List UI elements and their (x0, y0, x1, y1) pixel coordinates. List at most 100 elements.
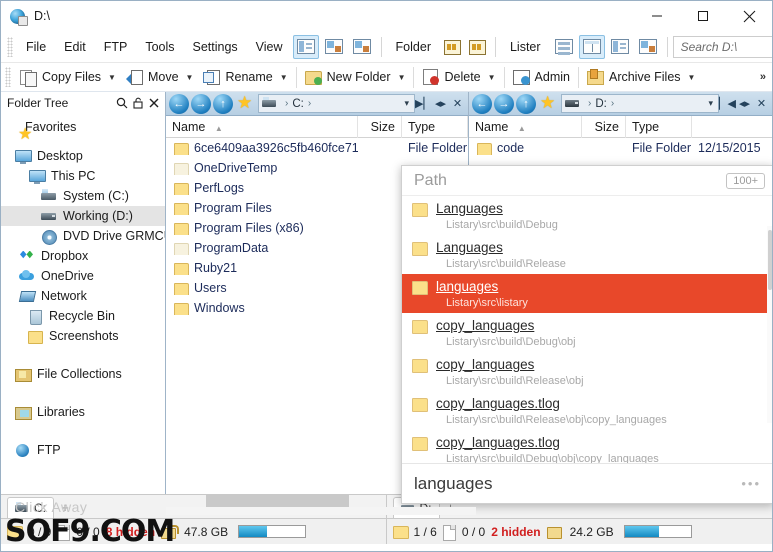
move-button[interactable]: Move ▼ (121, 67, 199, 87)
list-item[interactable]: copy_languages.tlog Listary\src\build\De… (402, 430, 772, 463)
list-item[interactable]: copy_languages Listary\src\build\Release… (402, 352, 772, 391)
menu-gripper[interactable] (7, 36, 13, 57)
menu-lister[interactable]: Lister (501, 36, 550, 58)
close-button[interactable] (726, 1, 772, 31)
archive-caret-icon[interactable]: ▼ (688, 73, 696, 82)
left-up-button[interactable]: ↑ (213, 93, 233, 114)
list-item[interactable]: copy_languages Listary\src\build\Debug\o… (402, 313, 772, 352)
listary-query-box[interactable]: languages ••• (402, 463, 772, 503)
right-breadcrumb[interactable]: › D: › ▾ (561, 94, 719, 113)
thumbnail-view-icon[interactable] (349, 35, 375, 59)
tree-item-network[interactable]: Network (1, 286, 165, 306)
right-back-button[interactable]: ← (472, 93, 492, 114)
minimize-button[interactable] (634, 1, 680, 31)
right-col-name[interactable]: Name ▲ (469, 115, 582, 138)
list-view-icon[interactable] (292, 34, 319, 59)
chevron-down-icon[interactable]: ▾ (708, 98, 715, 109)
tree-unlock-icon[interactable] (130, 95, 146, 111)
toolbar-overflow-icon[interactable]: » (760, 71, 766, 83)
menu-settings[interactable]: Settings (184, 36, 247, 58)
admin-button[interactable]: Admin (508, 67, 575, 87)
unlock-icon[interactable] (161, 524, 180, 539)
tree-item-working-d[interactable]: Working (D:) (1, 206, 165, 226)
tree-item-this-pc[interactable]: This PC (1, 166, 165, 186)
tree-search-icon[interactable] (114, 95, 130, 111)
tree-item-dvd-drive[interactable]: DVD Drive GRMCULFRER_EN_DVD (1, 226, 165, 246)
left-back-button[interactable]: ← (169, 93, 189, 114)
lister-detail-icon[interactable] (607, 35, 633, 59)
right-pane-swap-icon[interactable]: ◂▸ (736, 94, 753, 114)
tree-item-onedrive[interactable]: OneDrive (1, 266, 165, 286)
tree-item-dropbox[interactable]: Dropbox (1, 246, 165, 266)
menu-folder[interactable]: Folder (387, 36, 440, 58)
right-forward-button[interactable]: → (494, 93, 514, 114)
right-pane-close-icon[interactable]: ✕ (753, 94, 770, 114)
tree-item-desktop[interactable]: Desktop (1, 146, 165, 166)
menu-tools[interactable]: Tools (136, 36, 183, 58)
lister-lines-icon[interactable] (551, 35, 577, 59)
left-favorites-star-icon[interactable] (236, 93, 256, 114)
search-input[interactable] (680, 39, 772, 54)
right-pane-prev-icon[interactable]: ▏◀ (719, 94, 736, 114)
menu-file[interactable]: File (17, 36, 55, 58)
copy-files-caret-icon[interactable]: ▼ (108, 73, 116, 82)
details-view-icon[interactable] (321, 35, 347, 59)
tree-item-screenshots[interactable]: Screenshots (1, 326, 165, 346)
listary-results-list[interactable]: Languages Listary\src\build\Debug Langua… (402, 196, 772, 463)
tree-item-ftp[interactable]: FTP (1, 440, 165, 460)
chevron-down-icon[interactable]: ▾ (404, 98, 411, 109)
move-caret-icon[interactable]: ▼ (186, 73, 194, 82)
right-col-date[interactable] (692, 116, 772, 138)
tree-item-libraries[interactable]: Libraries (1, 402, 165, 422)
right-col-size[interactable]: Size (582, 115, 626, 138)
table-row[interactable]: 6ce6409aa3926c5fb460fce71a File Folder (166, 138, 468, 158)
left-col-type[interactable]: Type (402, 115, 468, 138)
toolbar-gripper[interactable] (5, 67, 11, 87)
tree-item-favorites[interactable]: Favorites (1, 117, 165, 144)
new-folder-button[interactable]: New Folder ▼ (300, 67, 411, 87)
tree-close-icon[interactable] (146, 95, 162, 111)
right-favorites-star-icon[interactable] (539, 93, 559, 114)
delete-button[interactable]: Delete ▼ (417, 67, 500, 87)
rename-label: Rename (225, 70, 273, 84)
left-col-name[interactable]: Name ▲ (166, 115, 358, 138)
tree-item-system-c[interactable]: System (C:) (1, 186, 165, 206)
maximize-button[interactable] (680, 1, 726, 31)
list-item-selected[interactable]: languages Listary\src\listary (402, 274, 772, 313)
left-pane-swap-icon[interactable]: ◂▸ (432, 94, 449, 114)
table-row[interactable]: code File Folder 12/15/2015 (469, 138, 772, 158)
folder-tree-list[interactable]: Favorites Desktop This PC System (C:) Wo… (1, 113, 165, 494)
delete-caret-icon[interactable]: ▼ (488, 73, 496, 82)
listary-query-value[interactable]: languages (414, 474, 741, 494)
left-col-size[interactable]: Size (358, 115, 402, 138)
left-pane-next-icon[interactable]: ▶▏ (415, 94, 432, 114)
listary-menu-dots-icon[interactable]: ••• (741, 476, 761, 491)
tree-item-recycle-bin[interactable]: Recycle Bin (1, 306, 165, 326)
archive-files-button[interactable]: Archive Files ▼ (582, 67, 700, 87)
lock-folder-icon[interactable] (465, 36, 490, 58)
left-pane-close-icon[interactable]: ✕ (449, 94, 466, 114)
copy-folder-icon[interactable] (440, 36, 465, 58)
copy-files-button[interactable]: Copy Files ▼ (15, 67, 121, 87)
right-up-button[interactable]: ↑ (516, 93, 536, 114)
tree-item-file-collections[interactable]: File Collections (1, 364, 165, 384)
lister-image-icon[interactable] (635, 35, 661, 59)
menu-view[interactable]: View (247, 36, 292, 58)
breadcrumb-crumb[interactable]: D: (595, 98, 607, 110)
folder-status-icon[interactable] (546, 525, 562, 539)
right-col-type[interactable]: Type (626, 115, 692, 138)
listary-scrollbar[interactable] (767, 226, 772, 423)
lister-split-icon[interactable] (578, 34, 605, 59)
menu-edit[interactable]: Edit (55, 36, 95, 58)
rename-caret-icon[interactable]: ▼ (280, 73, 288, 82)
list-item[interactable]: Languages Listary\src\build\Release (402, 235, 772, 274)
list-item[interactable]: copy_languages.tlog Listary\src\build\Re… (402, 391, 772, 430)
breadcrumb-crumb[interactable]: C: (292, 98, 304, 110)
rename-button[interactable]: Rename ▼ (198, 67, 292, 87)
menu-ftp[interactable]: FTP (95, 36, 137, 58)
new-folder-caret-icon[interactable]: ▼ (398, 73, 406, 82)
left-forward-button[interactable]: → (191, 93, 211, 114)
left-breadcrumb[interactable]: › C: › ▾ (258, 94, 415, 113)
list-item[interactable]: Languages Listary\src\build\Debug (402, 196, 772, 235)
search-box[interactable] (672, 35, 772, 58)
